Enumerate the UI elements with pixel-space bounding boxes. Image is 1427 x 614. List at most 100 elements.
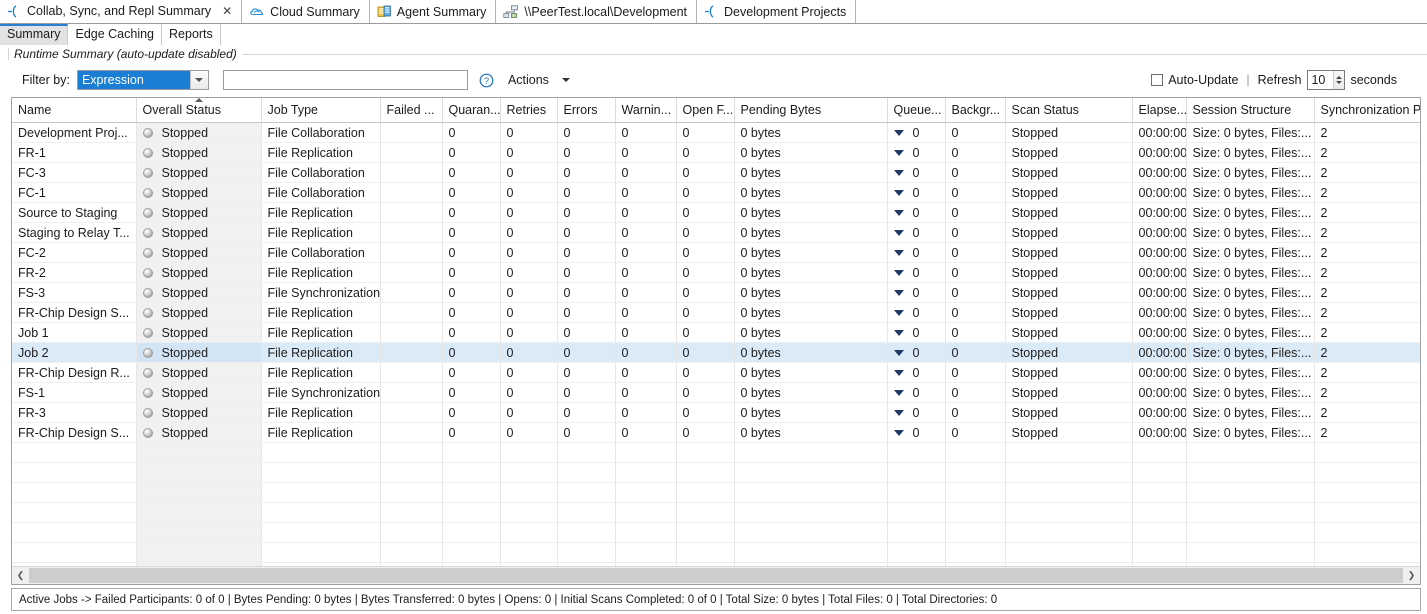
column-header-errors[interactable]: Errors xyxy=(557,98,615,123)
column-header-label: Warnin... xyxy=(622,103,672,117)
scroll-right-icon[interactable]: ❯ xyxy=(1403,567,1420,584)
cell-name: FS-3 xyxy=(12,283,136,303)
column-header-syncpr[interactable]: Synchronization Pr... xyxy=(1314,98,1420,123)
subtab-reports[interactable]: Reports xyxy=(162,24,221,45)
empty-cell xyxy=(261,443,380,463)
stepper-buttons[interactable] xyxy=(1333,71,1344,89)
column-header-retries[interactable]: Retries xyxy=(500,98,557,123)
queue-expand-icon[interactable] xyxy=(894,170,904,176)
table-row[interactable]: FR-3StoppedFile Replication000000 bytes0… xyxy=(12,403,1420,423)
cell-failed xyxy=(380,123,442,143)
cell-pending: 0 bytes xyxy=(734,383,887,403)
queue-expand-icon[interactable] xyxy=(894,410,904,416)
queued-value: 0 xyxy=(913,366,920,380)
table-row[interactable]: FC-3StoppedFile Collaboration000000 byte… xyxy=(12,163,1420,183)
table-row[interactable]: FR-Chip Design R...StoppedFile Replicati… xyxy=(12,363,1420,383)
column-header-failed[interactable]: Failed ... xyxy=(380,98,442,123)
queue-expand-icon[interactable] xyxy=(894,150,904,156)
table-row[interactable]: Source to StagingStoppedFile Replication… xyxy=(12,203,1420,223)
table-row[interactable]: FS-3StoppedFile Synchronization000000 by… xyxy=(12,283,1420,303)
tab-peertest-development[interactable]: \\PeerTest.local\Development xyxy=(496,0,697,23)
empty-cell xyxy=(380,563,442,567)
cell-syncpr: 2 xyxy=(1314,223,1420,243)
column-header-queued[interactable]: Queue... xyxy=(887,98,945,123)
column-header-session[interactable]: Session Structure xyxy=(1186,98,1314,123)
table-row[interactable]: FR-Chip Design S...StoppedFile Replicati… xyxy=(12,303,1420,323)
stepper-down-icon[interactable] xyxy=(1336,81,1342,84)
empty-cell xyxy=(1314,443,1420,463)
tab-development-projects[interactable]: Development Projects xyxy=(697,0,856,23)
table-row[interactable]: Staging to Relay T...StoppedFile Replica… xyxy=(12,223,1420,243)
queue-expand-icon[interactable] xyxy=(894,310,904,316)
subtab-edge-caching[interactable]: Edge Caching xyxy=(68,24,162,45)
queue-expand-icon[interactable] xyxy=(894,290,904,296)
column-header-scan[interactable]: Scan Status xyxy=(1005,98,1132,123)
table-row[interactable]: Development Proj...StoppedFile Collabora… xyxy=(12,123,1420,143)
table-row[interactable]: FC-2StoppedFile Collaboration000000 byte… xyxy=(12,243,1420,263)
tab-strip-filler xyxy=(856,0,1427,23)
cell-syncpr: 2 xyxy=(1314,423,1420,443)
queue-expand-icon[interactable] xyxy=(894,270,904,276)
queue-expand-icon[interactable] xyxy=(894,390,904,396)
queue-expand-icon[interactable] xyxy=(894,210,904,216)
status-text: Stopped xyxy=(162,426,209,440)
column-header-name[interactable]: Name xyxy=(12,98,136,123)
cell-openfiles: 0 xyxy=(676,303,734,323)
status-text: Stopped xyxy=(162,306,209,320)
table-row[interactable]: FR-1StoppedFile Replication000000 bytes0… xyxy=(12,143,1420,163)
queue-expand-icon[interactable] xyxy=(894,350,904,356)
column-header-backgr[interactable]: Backgr... xyxy=(945,98,1005,123)
table-row[interactable]: FS-1StoppedFile Synchronization000000 by… xyxy=(12,383,1420,403)
filter-by-select[interactable]: Expression xyxy=(77,70,209,90)
tab-agent-summary[interactable]: Agent Summary xyxy=(370,0,497,23)
subtab-summary[interactable]: Summary xyxy=(0,24,68,45)
queue-expand-icon[interactable] xyxy=(894,330,904,336)
help-circle-icon[interactable]: ? xyxy=(479,73,494,88)
scrollbar-thumb[interactable] xyxy=(29,568,1403,583)
queue-expand-icon[interactable] xyxy=(894,230,904,236)
cell-pending: 0 bytes xyxy=(734,183,887,203)
auto-update-checkbox[interactable]: Auto-Update xyxy=(1151,73,1238,87)
column-header-openfiles[interactable]: Open F... xyxy=(676,98,734,123)
column-header-pending[interactable]: Pending Bytes xyxy=(734,98,887,123)
table-row[interactable]: Job 2StoppedFile Replication000000 bytes… xyxy=(12,343,1420,363)
close-icon[interactable]: ✕ xyxy=(222,5,232,17)
status-orb-icon xyxy=(143,348,153,358)
cell-backgr: 0 xyxy=(945,323,1005,343)
cell-backgr: 0 xyxy=(945,303,1005,323)
status-text: Stopped xyxy=(162,206,209,220)
cell-jobtype: File Replication xyxy=(261,363,380,383)
table-row[interactable]: FR-2StoppedFile Replication000000 bytes0… xyxy=(12,263,1420,283)
column-header-status[interactable]: Overall Status xyxy=(136,98,261,123)
tab-collab-sync-repl-summary[interactable]: Collab, Sync, and Repl Summary ✕ xyxy=(0,0,242,23)
cell-backgr: 0 xyxy=(945,143,1005,163)
tab-cloud-summary[interactable]: Cloud Summary xyxy=(242,0,370,23)
column-header-jobtype[interactable]: Job Type xyxy=(261,98,380,123)
cell-elapsed: 00:00:00 xyxy=(1132,123,1186,143)
queue-expand-icon[interactable] xyxy=(894,130,904,136)
table-row[interactable]: Job 1StoppedFile Replication000000 bytes… xyxy=(12,323,1420,343)
cell-queued: 0 xyxy=(887,263,945,283)
chevron-down-icon[interactable] xyxy=(190,71,208,89)
queue-expand-icon[interactable] xyxy=(894,370,904,376)
queue-expand-icon[interactable] xyxy=(894,250,904,256)
stepper-up-icon[interactable] xyxy=(1336,76,1342,79)
cell-errors: 0 xyxy=(557,263,615,283)
column-header-quarant[interactable]: Quaran... xyxy=(442,98,500,123)
table-row[interactable]: FC-1StoppedFile Collaboration000000 byte… xyxy=(12,183,1420,203)
filter-expression-input[interactable] xyxy=(223,70,468,90)
queue-expand-icon[interactable] xyxy=(894,430,904,436)
column-header-elapsed[interactable]: Elapse... xyxy=(1132,98,1186,123)
table-row[interactable]: FR-Chip Design S...StoppedFile Replicati… xyxy=(12,423,1420,443)
status-orb-icon xyxy=(143,168,153,178)
actions-menu-button[interactable]: Actions xyxy=(508,73,570,87)
cell-session: Size: 0 bytes, Files:... xyxy=(1186,163,1314,183)
cell-status: Stopped xyxy=(136,403,261,423)
refresh-interval-stepper[interactable] xyxy=(1307,70,1345,90)
horizontal-scrollbar[interactable]: ❮ ❯ xyxy=(12,566,1420,584)
status-orb-icon xyxy=(143,188,153,198)
queue-expand-icon[interactable] xyxy=(894,190,904,196)
refresh-interval-input[interactable] xyxy=(1308,71,1333,89)
column-header-warnings[interactable]: Warnin... xyxy=(615,98,676,123)
scroll-left-icon[interactable]: ❮ xyxy=(12,567,29,584)
